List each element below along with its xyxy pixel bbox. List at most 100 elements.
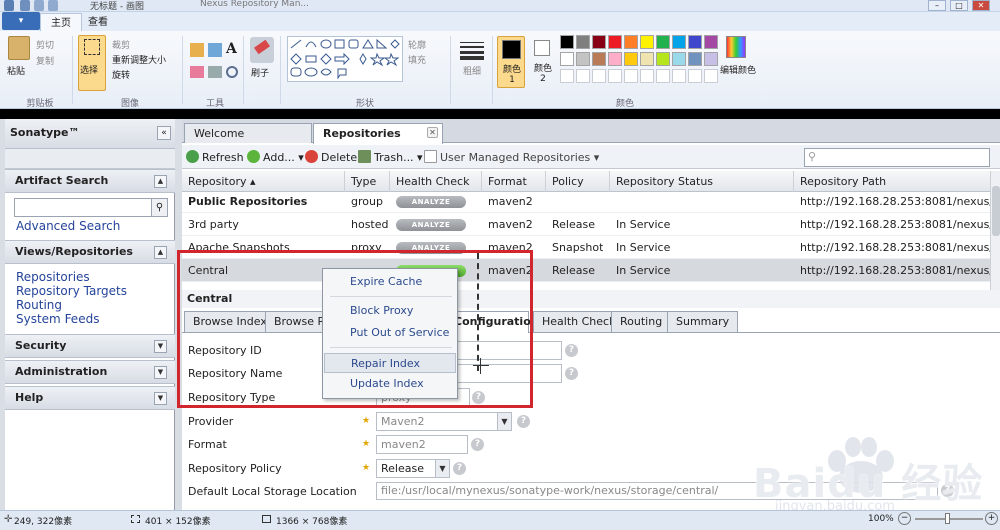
column-header-format[interactable]: Format xyxy=(482,171,546,192)
fill-icon[interactable] xyxy=(208,43,222,57)
tab-home[interactable]: 主页 xyxy=(40,13,82,32)
cut-button[interactable]: 剪切 xyxy=(36,38,54,51)
palette-swatch[interactable] xyxy=(656,69,670,83)
shapes-gallery[interactable] xyxy=(287,36,403,82)
zoom-in-button[interactable]: + xyxy=(985,512,998,525)
rotate-button[interactable]: 旋转 xyxy=(112,68,130,81)
paste-button-label[interactable]: 粘贴 xyxy=(7,64,25,77)
repository-filter-input[interactable]: ⚲ xyxy=(804,148,990,167)
palette-swatch[interactable] xyxy=(560,52,574,66)
zoom-slider-thumb[interactable] xyxy=(945,513,950,524)
menu-item-put-out-of-service[interactable]: Put Out of Service xyxy=(324,323,456,343)
grid-scrollbar[interactable] xyxy=(990,171,1000,296)
chevron-up-icon[interactable]: ▲ xyxy=(154,246,167,259)
palette-swatch[interactable] xyxy=(688,69,702,83)
palette-swatch[interactable] xyxy=(688,52,702,66)
palette-swatch[interactable] xyxy=(640,52,654,66)
edit-colors-button[interactable]: 编辑颜色 xyxy=(720,63,756,76)
palette-swatch[interactable] xyxy=(672,35,686,49)
palette-swatch[interactable] xyxy=(560,69,574,83)
cell-path[interactable]: http://192.168.28.253:8081/nexus/co... xyxy=(794,259,990,282)
cell-path[interactable]: http://192.168.28.253:8081/nexus/co... xyxy=(794,236,990,259)
palette-swatch[interactable] xyxy=(608,35,622,49)
palette-swatch[interactable] xyxy=(704,35,718,49)
analyze-button[interactable]: ANALYZE xyxy=(396,219,466,231)
palette-swatch[interactable] xyxy=(704,52,718,66)
close-button[interactable]: ✕ xyxy=(972,0,990,11)
palette-swatch[interactable] xyxy=(624,35,638,49)
palette-swatch[interactable] xyxy=(608,52,622,66)
artifact-search-input[interactable] xyxy=(14,198,154,217)
tab-summary[interactable]: Summary xyxy=(667,311,739,332)
maximize-button[interactable]: □ xyxy=(950,0,968,11)
eraser-icon[interactable] xyxy=(190,66,204,78)
analyze-button[interactable]: ANALYZE xyxy=(396,196,466,208)
menu-item-repair-index[interactable]: Repair Index xyxy=(324,353,456,373)
nav-link-routing[interactable]: Routing xyxy=(16,298,62,312)
help-icon[interactable]: ? xyxy=(471,438,484,451)
palette-swatch[interactable] xyxy=(624,52,638,66)
palette-swatch[interactable] xyxy=(640,69,654,83)
refresh-button[interactable]: Refresh xyxy=(186,150,244,164)
help-header[interactable]: Help ▼ xyxy=(5,386,175,410)
cell-path[interactable]: http://192.168.28.253:8081/nexus/co... xyxy=(794,190,990,213)
palette-swatch[interactable] xyxy=(560,35,574,49)
palette-swatch[interactable] xyxy=(704,69,718,83)
resize-button[interactable]: 重新调整大小 xyxy=(112,53,166,66)
palette-swatch[interactable] xyxy=(608,69,622,83)
edit-colors-icon[interactable] xyxy=(726,36,746,58)
copy-button[interactable]: 复制 xyxy=(36,54,54,67)
column-header-health-check[interactable]: Health Check xyxy=(390,171,482,192)
chevron-down-icon[interactable]: ▼ xyxy=(154,366,167,379)
repository-policy-select[interactable]: Release xyxy=(376,459,436,478)
text-icon[interactable]: A xyxy=(226,41,237,57)
save-icon[interactable] xyxy=(20,0,30,11)
palette-swatch[interactable] xyxy=(672,52,686,66)
zoom-out-button[interactable]: − xyxy=(898,512,911,525)
palette-swatch[interactable] xyxy=(576,52,590,66)
views-repositories-header[interactable]: Views/Repositories ▲ xyxy=(5,240,175,264)
brush-button-label[interactable]: 刷子 xyxy=(251,66,269,79)
help-icon[interactable]: ? xyxy=(453,462,466,475)
cell-path[interactable]: http://192.168.28.253:8081/nexus/co... xyxy=(794,213,990,236)
column-header-policy[interactable]: Policy xyxy=(546,171,610,192)
add-button[interactable]: Add... ▾ xyxy=(247,150,304,164)
chevron-down-icon[interactable]: ▼ xyxy=(154,392,167,405)
chevron-up-icon[interactable]: ▲ xyxy=(154,175,167,188)
menu-item-expire-cache[interactable]: Expire Cache xyxy=(324,272,456,292)
collapse-panel-icon[interactable]: « xyxy=(157,126,171,140)
close-tab-icon[interactable]: ✕ xyxy=(427,127,438,138)
pencil-icon[interactable] xyxy=(190,43,204,57)
size-icon[interactable] xyxy=(460,40,484,60)
file-menu-button[interactable]: ▾ xyxy=(2,12,40,30)
tab-routing[interactable]: Routing xyxy=(611,311,672,332)
redo-icon[interactable] xyxy=(48,0,58,11)
column-header-repository-status[interactable]: Repository Status xyxy=(610,171,794,192)
color1-button[interactable]: 颜色 1 xyxy=(497,36,525,88)
nav-link-repositories[interactable]: Repositories xyxy=(16,270,90,284)
artifact-search-header[interactable]: Artifact Search ▲ xyxy=(5,169,175,193)
help-icon[interactable]: ? xyxy=(565,367,578,380)
trash-button[interactable]: Trash... ▾ xyxy=(358,150,423,164)
table-row[interactable]: Public Repositories group ANALYZE maven2… xyxy=(182,190,990,213)
nav-link-system-feeds[interactable]: System Feeds xyxy=(16,312,99,326)
palette-swatch[interactable] xyxy=(656,52,670,66)
palette-swatch[interactable] xyxy=(576,69,590,83)
help-icon[interactable]: ? xyxy=(517,415,530,428)
magnifier-icon[interactable] xyxy=(226,66,238,78)
palette-swatch[interactable] xyxy=(688,35,702,49)
column-header-repository[interactable]: Repository ▴ xyxy=(182,171,345,192)
security-header[interactable]: Security ▼ xyxy=(5,334,175,358)
color2-button[interactable]: 颜色 2 xyxy=(530,36,556,88)
select-button[interactable]: 选择 xyxy=(78,35,106,91)
outline-button[interactable]: 轮廓 xyxy=(408,38,426,51)
advanced-search-link[interactable]: Advanced Search xyxy=(16,219,120,233)
column-header-repository-path[interactable]: Repository Path xyxy=(794,171,990,192)
minimize-button[interactable]: – xyxy=(928,0,946,11)
column-header-type[interactable]: Type xyxy=(345,171,390,192)
chevron-down-icon[interactable]: ▼ xyxy=(154,340,167,353)
crop-button[interactable]: 裁剪 xyxy=(112,38,130,51)
undo-icon[interactable] xyxy=(34,0,44,11)
palette-swatch[interactable] xyxy=(576,35,590,49)
menu-item-block-proxy[interactable]: Block Proxy xyxy=(324,301,456,321)
